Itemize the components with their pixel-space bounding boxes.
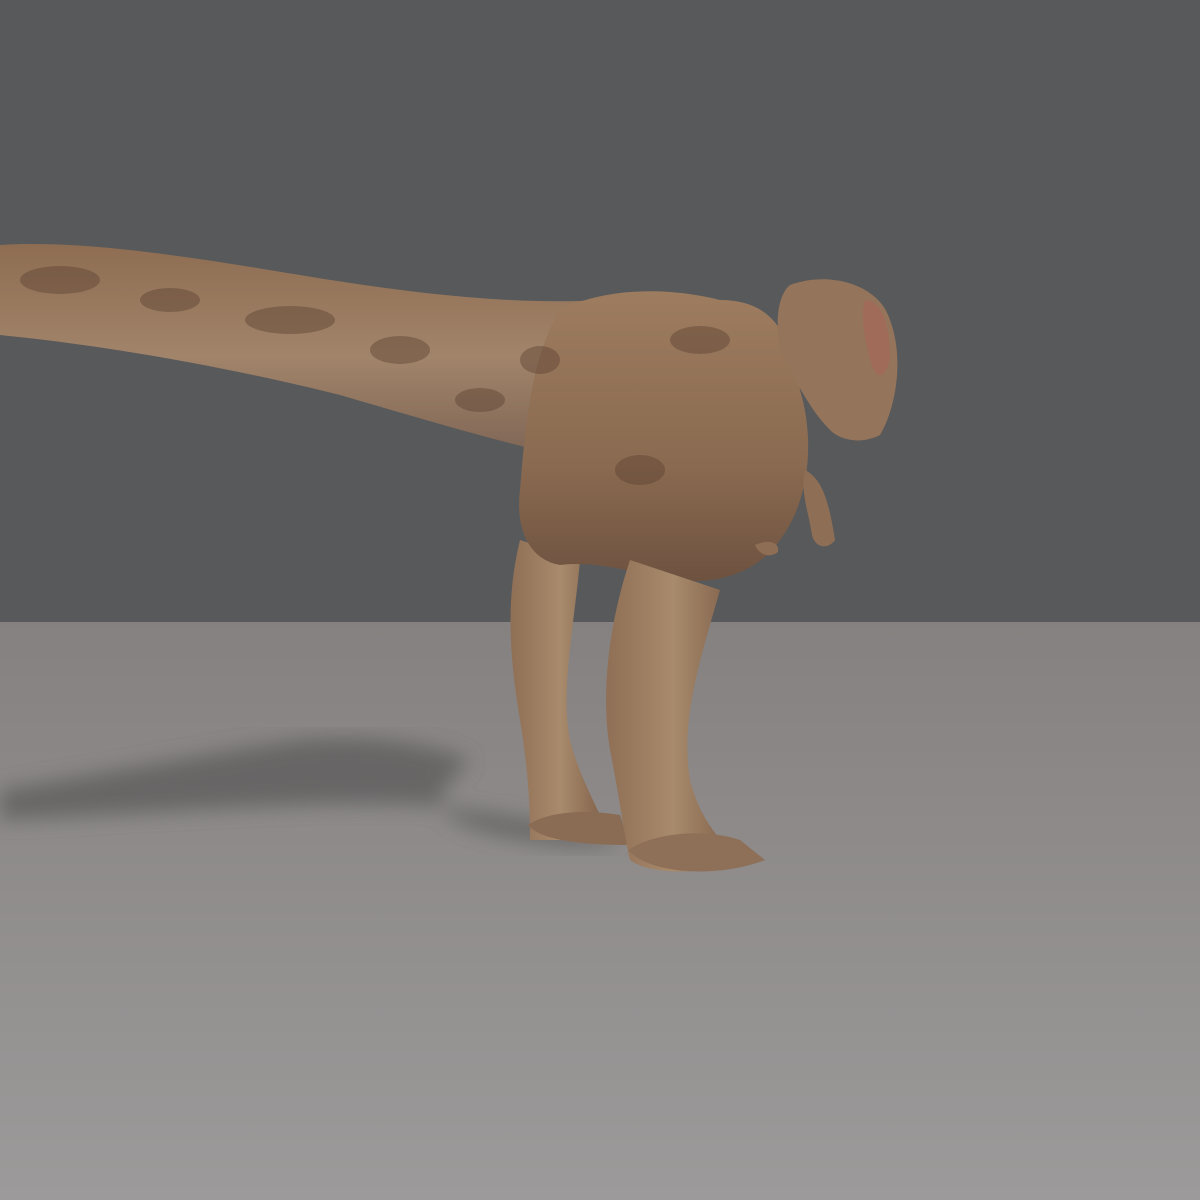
floor: [0, 622, 1200, 1200]
render-scene: [0, 0, 1200, 1200]
body: [519, 291, 809, 581]
